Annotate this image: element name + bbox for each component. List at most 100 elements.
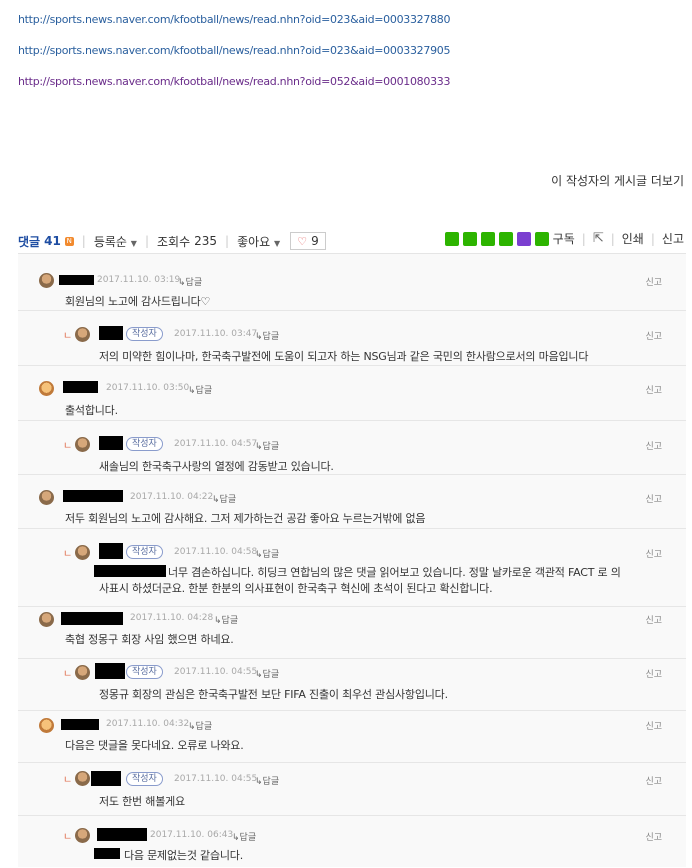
reply-label: 답글 (262, 670, 280, 680)
redacted-nickname (63, 490, 123, 502)
comment-text: 다음 문제없는것 같습니다. (124, 849, 244, 862)
comments-label[interactable]: 댓글 (18, 233, 40, 250)
avatar (39, 273, 54, 288)
cafe-share-icon[interactable] (462, 231, 477, 246)
writer-badge: 작성자 (126, 437, 163, 451)
comment-item: 2017.11.10. 04:28 ↳답글 신고 축협 정몽구 회장 사임 했으… (18, 606, 686, 659)
like-button[interactable]: ♡ 9 (290, 232, 326, 250)
heart-icon: ♡ (297, 234, 308, 248)
news-link-1[interactable]: http://sports.news.naver.com/kfootball/n… (18, 12, 678, 43)
report-link[interactable]: 신고 (645, 329, 662, 342)
redacted-nickname (95, 663, 125, 679)
more-posts-link[interactable]: 이 작성자의 게시글 더보기 (551, 172, 684, 189)
comment-item: 2017.11.10. 03:19 ↳답글 신고 회원님의 노고에 감사드립니다… (18, 254, 686, 308)
writer-badge: 작성자 (126, 327, 163, 341)
print-button[interactable]: 인쇄 (622, 230, 644, 247)
report-link[interactable]: 신고 (645, 492, 662, 505)
comment-date: 2017.11.10. 04:55 (174, 774, 258, 784)
avatar (39, 718, 54, 733)
reply-label: 답글 (219, 495, 237, 505)
news-link-2[interactable]: http://sports.news.naver.com/kfootball/n… (18, 43, 678, 74)
comment-toolbar: 댓글 41 N | 등록순 ▼ | 조회수 235 | 좋아요 ▼ ♡ 9 구독… (0, 229, 692, 251)
divider: | (144, 234, 149, 248)
comment-text: 저도 한번 해볼게요 (99, 795, 185, 808)
comment-date: 2017.11.10. 04:22 (130, 492, 214, 502)
comment-text-continued: 사표시 하셨더군요. 한분 한분의 의사표현이 한국축구 혁신에 초석이 된다고… (99, 582, 493, 595)
reply-link[interactable]: ↳답글 (255, 774, 279, 787)
comment-text: 정몽규 회장의 관심은 한국축구발전 보단 FIFA 진출이 최우선 관심사항입… (99, 688, 448, 701)
reply-link[interactable]: ↳답글 (188, 719, 212, 732)
reply-link[interactable]: ↳답글 (212, 492, 236, 505)
avatar (75, 828, 90, 843)
divider: | (650, 231, 655, 246)
band-share-icon[interactable] (498, 231, 513, 246)
redacted-nickname (61, 719, 99, 730)
comment-text: 너무 겸손하십니다. 히딩크 연합님의 많은 댓글 읽어보고 있습니다. 정말 … (168, 566, 621, 579)
reply-label: 답글 (262, 442, 280, 452)
subscribe-icon[interactable] (534, 231, 549, 246)
like-dropdown[interactable]: 좋아요 ▼ (237, 233, 280, 250)
reply-link[interactable]: ↳답글 (255, 439, 279, 452)
redacted-nickname (99, 543, 123, 559)
blog-share-icon[interactable] (444, 231, 459, 246)
reply-link[interactable]: ↳답글 (178, 275, 202, 288)
report-link[interactable]: 신고 (645, 719, 662, 732)
report-link[interactable]: 신고 (645, 439, 662, 452)
reply-item: ㄴ 작성자 2017.11.10. 04:55 ↳답글 신고 저도 한번 해볼게… (18, 762, 686, 816)
share-out-icon[interactable]: ⇱ (593, 231, 604, 246)
avatar (39, 490, 54, 505)
comment-item: 2017.11.10. 03:50 ↳답글 신고 출석합니다. (18, 365, 686, 421)
avatar (39, 381, 54, 396)
comment-text: 축협 정몽구 회장 사임 했으면 하네요. (65, 633, 234, 646)
reply-label: 답글 (262, 777, 280, 787)
divider: | (225, 234, 230, 248)
comment-date: 2017.11.10. 06:43 (150, 830, 234, 840)
reply-indent-icon: ㄴ (63, 441, 73, 452)
reply-link[interactable]: ↳답글 (255, 547, 279, 560)
reply-link[interactable]: ↳답글 (188, 383, 212, 396)
report-link[interactable]: 신고 (645, 383, 662, 396)
redacted-nickname (59, 275, 94, 285)
divider: | (81, 234, 86, 248)
reply-item: ㄴ 작성자 2017.11.10. 04:55 ↳답글 신고 정몽규 회장의 관… (18, 658, 686, 711)
comment-date: 2017.11.10. 03:19 (97, 275, 181, 285)
reply-link[interactable]: ↳답글 (232, 830, 256, 843)
report-link[interactable]: 신고 (645, 774, 662, 787)
sort-label: 등록순 (93, 234, 127, 249)
report-link[interactable]: 신고 (645, 613, 662, 626)
comment-date: 2017.11.10. 04:57 (174, 439, 258, 449)
comment-text: 새솔님의 한국축구사랑의 열정에 감동받고 있습니다. (99, 460, 334, 473)
reply-link[interactable]: ↳답글 (255, 667, 279, 680)
comment-list: 2017.11.10. 03:19 ↳답글 신고 회원님의 노고에 감사드립니다… (18, 253, 686, 867)
reply-label: 답글 (195, 386, 213, 396)
like-count: 9 (311, 234, 319, 248)
reply-item: ㄴ 작성자 2017.11.10. 04:58 ↳답글 신고 너무 겸손하십니다… (18, 528, 686, 607)
comment-date: 2017.11.10. 04:58 (174, 547, 258, 557)
avatar (75, 771, 90, 786)
redacted-mention (94, 848, 120, 859)
reply-item: ㄴ 작성자 2017.11.10. 03:47 ↳답글 신고 저의 미약한 힘이… (18, 310, 686, 365)
report-button[interactable]: 신고 (662, 230, 684, 247)
report-link[interactable]: 신고 (645, 667, 662, 680)
chevron-down-icon: ▼ (274, 238, 281, 248)
redacted-nickname (63, 381, 98, 393)
views-label: 조회수 (157, 234, 191, 249)
report-link[interactable]: 신고 (645, 547, 662, 560)
reply-link[interactable]: ↳답글 (255, 329, 279, 342)
other-share-icon[interactable] (516, 231, 531, 246)
news-link-3[interactable]: http://sports.news.naver.com/kfootball/n… (18, 74, 678, 105)
article-links: http://sports.news.naver.com/kfootball/n… (18, 12, 678, 105)
reply-indent-icon: ㄴ (63, 331, 73, 342)
reply-label: 답글 (262, 332, 280, 342)
reply-label: 답글 (239, 833, 257, 843)
reply-link[interactable]: ↳답글 (214, 613, 238, 626)
subscribe-button[interactable]: 구독 (553, 230, 575, 247)
star-share-icon[interactable] (480, 231, 495, 246)
report-link[interactable]: 신고 (645, 830, 662, 843)
report-link[interactable]: 신고 (645, 275, 662, 288)
comment-date: 2017.11.10. 04:55 (174, 667, 258, 677)
writer-badge: 작성자 (126, 545, 163, 559)
sort-dropdown[interactable]: 등록순 ▼ (94, 233, 137, 250)
comment-text: 다음은 댓글을 못다네요. 오류로 나와요. (65, 739, 244, 752)
avatar (75, 437, 90, 452)
